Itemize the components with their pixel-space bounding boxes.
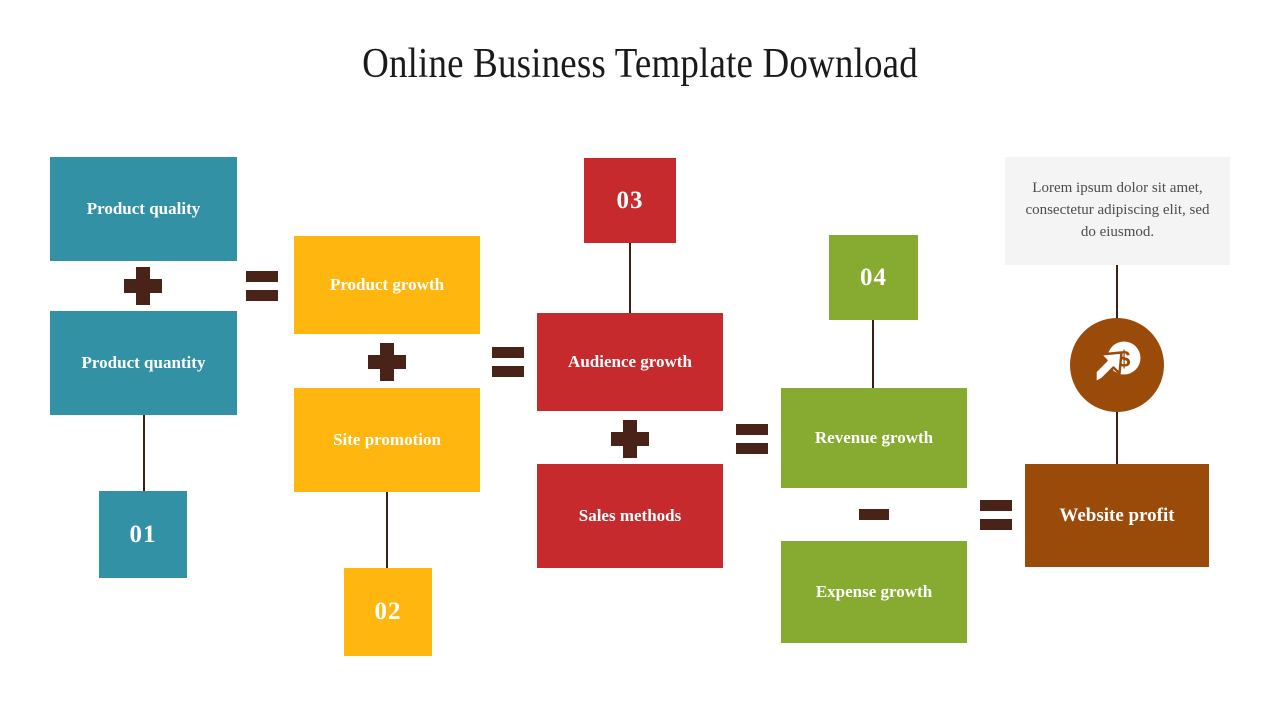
step-number-02[interactable]: 02 — [344, 568, 432, 656]
step-number-label: 01 — [129, 520, 157, 548]
card-sales-methods[interactable]: Sales methods — [537, 464, 723, 568]
card-label: Site promotion — [333, 429, 441, 449]
equals-icon-bottom-bar — [980, 519, 1012, 530]
equals-icon-bottom-bar — [736, 443, 768, 454]
step-number-label: 03 — [616, 186, 644, 214]
connector-line-02 — [386, 492, 388, 568]
card-product-quality[interactable]: Product quality — [50, 157, 237, 261]
card-label: Product quantity — [81, 352, 206, 372]
operator-equals-3 — [736, 424, 768, 454]
card-label: Expense growth — [815, 581, 933, 601]
connector-line-result — [1116, 412, 1118, 464]
connector-line-note — [1116, 265, 1118, 318]
step-number-label: 02 — [374, 598, 402, 626]
step-number-label: 04 — [860, 263, 887, 291]
slide-canvas: Online Business Template Download Produc… — [0, 0, 1280, 720]
note-card: Lorem ipsum dolor sit amet, consectetur … — [1005, 157, 1230, 265]
connector-line-04 — [872, 320, 874, 388]
operator-plus-3 — [611, 420, 649, 458]
card-website-profit[interactable]: Website profit — [1025, 464, 1209, 567]
page-title: Online Business Template Download — [362, 41, 918, 87]
card-label: Product quality — [86, 198, 201, 218]
card-label: Product growth — [329, 274, 445, 294]
operator-equals-1 — [246, 271, 278, 301]
connector-line-03 — [629, 243, 631, 313]
operator-equals-4 — [980, 500, 1012, 530]
card-product-quantity[interactable]: Product quantity — [50, 311, 237, 415]
card-label: Sales methods — [578, 505, 682, 525]
plus-icon-vertical-bar — [380, 343, 394, 381]
equals-icon-top-bar — [246, 271, 278, 282]
operator-plus-1 — [124, 267, 162, 305]
equals-icon-bottom-bar — [492, 366, 524, 377]
card-audience-growth[interactable]: Audience growth — [537, 313, 723, 411]
note-text: Lorem ipsum dolor sit amet, consectetur … — [1025, 180, 1210, 240]
card-label: Revenue growth — [814, 427, 934, 447]
card-expense-growth[interactable]: Expense growth — [781, 541, 967, 643]
connector-line-01 — [143, 415, 145, 491]
money-growth-icon-glyph: $ — [1094, 341, 1141, 384]
card-label: Audience growth — [568, 351, 692, 371]
operator-plus-2 — [368, 343, 406, 381]
plus-icon-vertical-bar — [623, 420, 637, 458]
equals-icon-bottom-bar — [246, 290, 278, 301]
card-revenue-growth[interactable]: Revenue growth — [781, 388, 967, 488]
equals-icon-top-bar — [980, 500, 1012, 511]
equals-icon-top-bar — [736, 424, 768, 435]
operator-equals-2 — [492, 347, 524, 377]
card-product-growth[interactable]: Product growth — [294, 236, 480, 334]
step-number-03[interactable]: 03 — [584, 158, 676, 243]
operator-minus-1 — [859, 509, 889, 520]
step-number-01[interactable]: 01 — [99, 491, 187, 578]
money-growth-icon: $ — [1070, 318, 1164, 412]
equals-icon-top-bar — [492, 347, 524, 358]
plus-icon-vertical-bar — [136, 267, 150, 305]
step-number-04[interactable]: 04 — [829, 235, 918, 320]
card-site-promotion[interactable]: Site promotion — [294, 388, 480, 492]
card-label: Website profit — [1059, 504, 1175, 526]
